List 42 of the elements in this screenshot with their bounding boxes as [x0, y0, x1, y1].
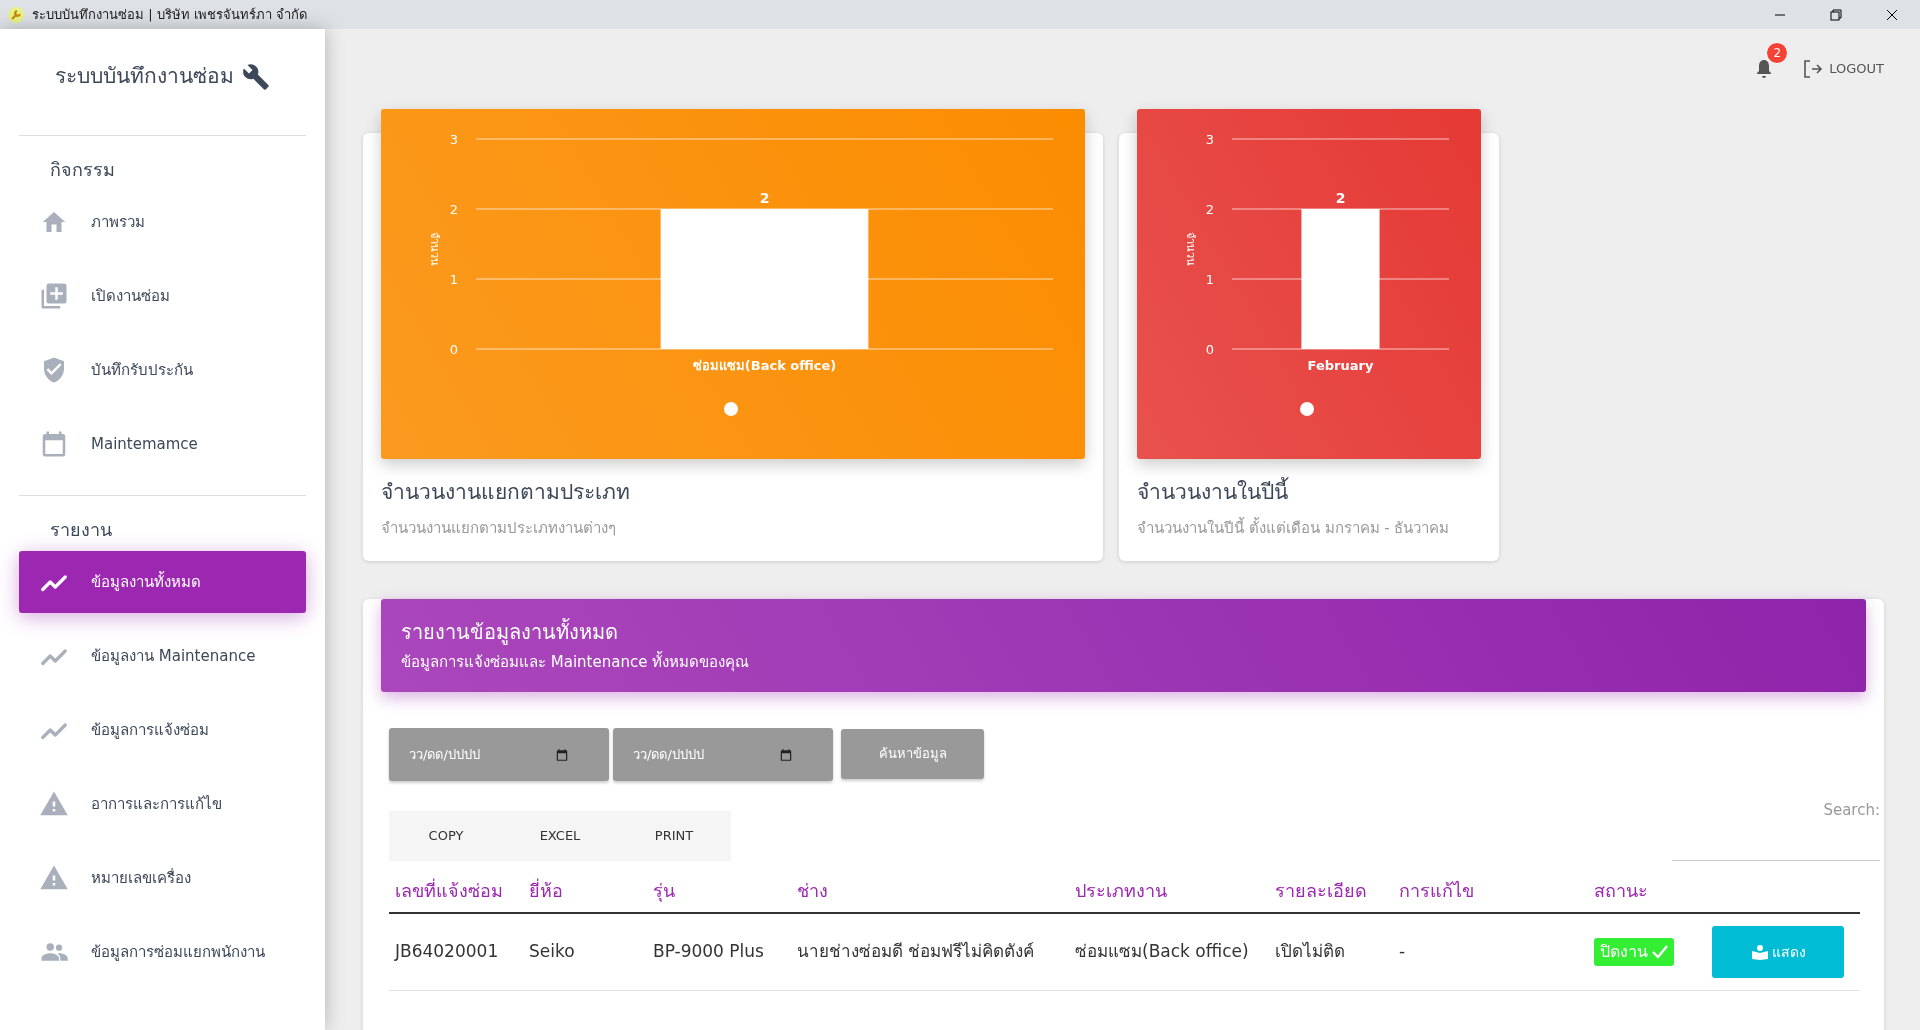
- column-header: รุ่น: [647, 869, 791, 913]
- card-title: จำนวนงานในปีนี้: [1137, 477, 1481, 509]
- section-heading: รายงาน: [49, 518, 113, 542]
- window-title: ระบบบันทึกงานซ่อม | บริษัท เพชรจันทร์ภา จำกัด: [32, 5, 307, 24]
- x-category-label: ซ่อมแซม(Back office): [692, 358, 837, 373]
- app-title: ระบบบันทึกงานซ่อม: [55, 63, 234, 91]
- y-tick-label: 0: [1205, 342, 1214, 357]
- table-cell: -: [1393, 913, 1588, 991]
- column-header: ประเภทงาน: [1069, 869, 1269, 913]
- column-header: รายละเอียด: [1269, 869, 1393, 913]
- card-title: จำนวนงานแยกตามประเภท: [381, 479, 631, 506]
- y-tick-label: 1: [1205, 272, 1214, 287]
- column-header: การแก้ไข: [1393, 869, 1588, 913]
- card-subtitle: จำนวนงานในปีนี้ ตั้งแต่เดือน มกราคม - ธันวาคม: [1137, 516, 1451, 539]
- column-header: เลขที่แจ้งซ่อม: [389, 869, 523, 913]
- bar-value-label: 2: [1335, 190, 1346, 206]
- table-cell: BP-9000 Plus: [647, 913, 791, 991]
- y-axis-title: จำนวน: [428, 232, 441, 266]
- y-tick-label: 2: [449, 202, 458, 217]
- y-tick-label: 2: [1205, 202, 1214, 217]
- column-header: ช่าง: [791, 869, 1069, 913]
- search-label: Search:: [1823, 799, 1880, 821]
- table-cell: ซ่อมแซม(Back office): [1069, 913, 1269, 991]
- column-header: สถานะ: [1588, 869, 1706, 913]
- status-badge: ปิดงาน: [1594, 938, 1674, 966]
- card-subtitle: จำนวนงานแยกตามประเภทงานต่างๆ: [381, 517, 617, 539]
- table-cell: Seiko: [523, 913, 647, 991]
- table-cell: เปิดไม่ติด: [1269, 913, 1393, 991]
- report-title: รายงานข้อมูลงานทั้งหมด: [401, 617, 619, 647]
- y-tick-label: 3: [449, 132, 458, 147]
- bar-value-label: 2: [759, 190, 770, 206]
- y-axis-title: จำนวน: [1184, 232, 1197, 266]
- y-tick-label: 3: [1205, 132, 1214, 147]
- column-header: ยี่ห้อ: [523, 869, 647, 913]
- table-cell: JB64020001: [389, 913, 523, 991]
- y-tick-label: 1: [449, 272, 458, 287]
- section-heading: กิจกรรม: [49, 158, 116, 182]
- notification-count: 2: [1766, 41, 1789, 64]
- table-cell: นายช่างซ่อมดี ช่อมฟรีไม่คิดตังค์: [791, 913, 1069, 991]
- report-subtitle: ข้อมูลการแจ้งซ่อมและ Maintenance ทั้งหมดของคุณ: [401, 651, 751, 674]
- x-category-label: February: [1307, 358, 1374, 373]
- y-tick-label: 0: [449, 342, 458, 357]
